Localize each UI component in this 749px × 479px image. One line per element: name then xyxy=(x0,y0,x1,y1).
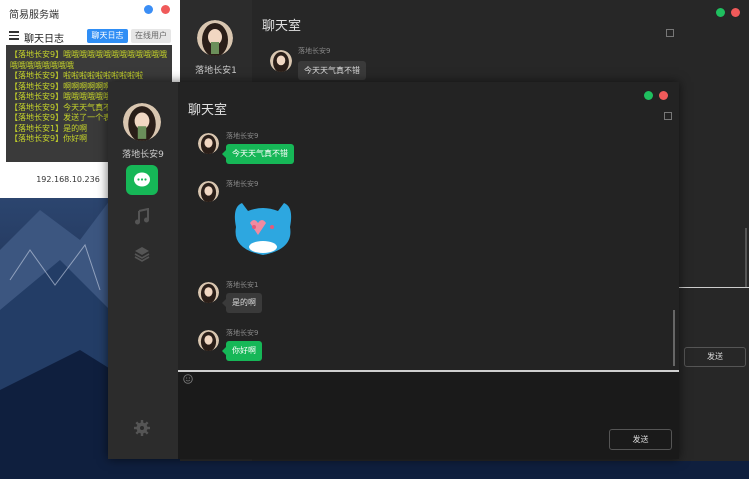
window-title: 聊天室 xyxy=(262,19,302,34)
message-avatar xyxy=(198,133,219,154)
message-sender: 落地长安9 xyxy=(226,132,259,140)
nav-layers[interactable] xyxy=(126,239,158,269)
message-bubble: 今天天气真不错 xyxy=(298,61,366,80)
scrollbar[interactable] xyxy=(745,228,747,288)
nav-settings[interactable] xyxy=(126,413,158,443)
chat-icon xyxy=(134,172,150,187)
avatar[interactable] xyxy=(197,20,233,56)
username: 落地长安1 xyxy=(195,66,237,76)
emoji-icon[interactable] xyxy=(183,374,193,384)
close-button[interactable] xyxy=(161,5,170,14)
log-line: 【落地长安9】哦哦哦哦哦哦哦哦哦哦哦哦哦哦哦哦哦哦哦哦哦 xyxy=(10,50,168,70)
minimize-button[interactable] xyxy=(144,5,153,14)
close-button[interactable] xyxy=(659,91,668,100)
online-users-button[interactable]: 在线用户 xyxy=(131,29,171,43)
message-avatar xyxy=(198,282,219,303)
message-bubble: 今天天气真不错 xyxy=(222,144,294,164)
send-button[interactable]: 发送 xyxy=(684,347,746,367)
divider xyxy=(178,370,679,372)
log-line: 【落地长安9】啦啦啦啦啦啦啦啦啦啦 xyxy=(10,71,144,80)
message-sender: 落地长安9 xyxy=(226,180,259,188)
blue-cat-sticker xyxy=(234,203,292,255)
close-button[interactable] xyxy=(731,8,740,17)
message-avatar xyxy=(270,50,292,72)
minimize-button[interactable] xyxy=(644,91,653,100)
message-bubble: 你好啊 xyxy=(222,341,262,361)
music-icon xyxy=(135,208,149,225)
minimize-button[interactable] xyxy=(716,8,725,17)
gear-icon xyxy=(134,420,150,436)
divider xyxy=(678,287,749,288)
message-sender: 落地长安9 xyxy=(226,329,259,337)
username: 落地长安9 xyxy=(122,150,164,160)
scrollbar[interactable] xyxy=(673,310,675,366)
nav-chat[interactable] xyxy=(126,165,158,195)
maximize-icon[interactable] xyxy=(664,112,672,120)
message-bubble: 是的啊 xyxy=(222,293,262,313)
window-title: 简易服务端 xyxy=(9,10,59,21)
menu-icon[interactable] xyxy=(9,31,19,40)
section-title: 聊天日志 xyxy=(24,34,64,45)
message-sender: 落地长安9 xyxy=(298,47,331,55)
message-avatar xyxy=(198,181,219,202)
nav-music[interactable] xyxy=(126,202,158,232)
message-avatar xyxy=(198,330,219,351)
avatar[interactable] xyxy=(123,103,161,141)
message-input[interactable] xyxy=(178,371,679,459)
chat-window-front: 落地长安9 聊天室 落地长安9 今天天气真不错 落地长安9 落地长安1 是的啊 … xyxy=(108,82,679,459)
layers-icon xyxy=(134,247,150,262)
chat-log-button[interactable]: 聊天日志 xyxy=(87,29,128,43)
maximize-icon[interactable] xyxy=(666,29,674,37)
window-title: 聊天室 xyxy=(188,103,228,118)
message-sender: 落地长安1 xyxy=(226,281,259,289)
send-button[interactable]: 发送 xyxy=(609,429,672,450)
